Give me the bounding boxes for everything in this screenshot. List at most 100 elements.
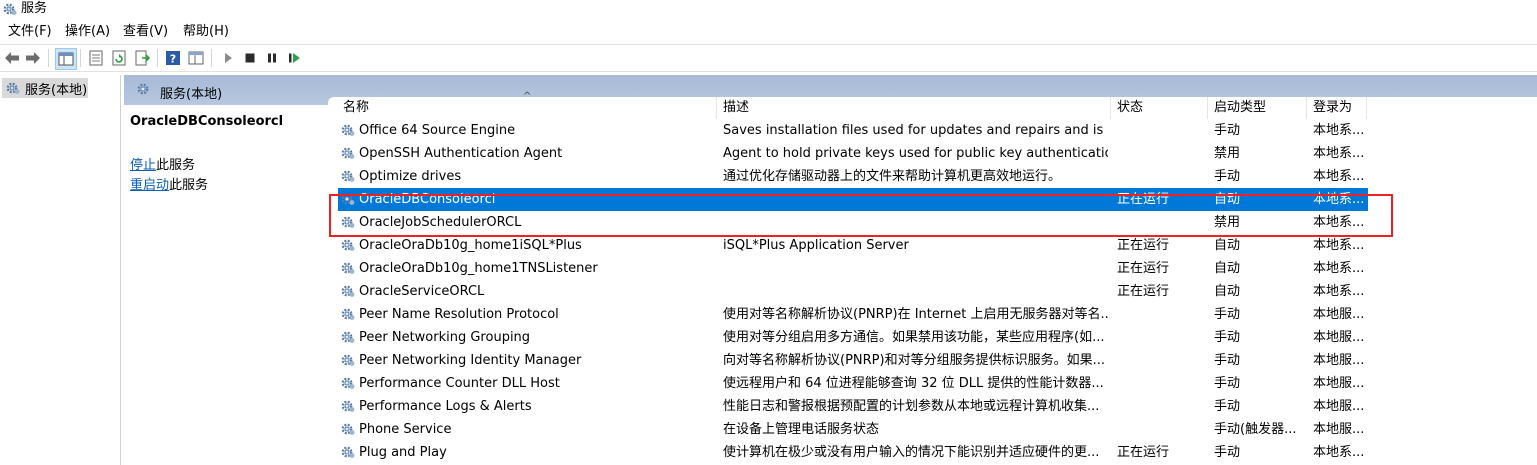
toolbar-separator (211, 49, 212, 67)
stop-service-link[interactable]: 停止 (130, 158, 156, 173)
restart-icon[interactable] (286, 49, 304, 67)
back-icon[interactable] (3, 49, 21, 67)
menu-view[interactable]: 查看(V) (123, 23, 168, 41)
extended-detail-pane: OracleDBConsoleorcl 停止此服务 重启动此服务 (124, 105, 328, 465)
service-description-cell: 向对等名称解析协议(PNRP)和对等分组服务提供标识服务。如果... (723, 353, 1105, 368)
service-startup-cell: 手动 (1214, 330, 1241, 345)
service-logon-cell: 本地服... (1313, 330, 1365, 345)
pause-icon[interactable] (263, 49, 281, 67)
restart-service-action: 重启动此服务 (130, 174, 208, 193)
title-bar: 服务 (0, 0, 1537, 20)
service-description-cell: Saves installation files used for update… (723, 123, 1108, 138)
service-name-cell: OracleOraDb10g_home1TNSListener (359, 261, 598, 276)
service-logon-cell: 本地系... (1313, 146, 1365, 161)
stop-service-suffix: 此服务 (156, 158, 196, 173)
export-icon[interactable] (133, 49, 151, 67)
start-icon[interactable] (219, 49, 237, 67)
service-startup-cell: 禁用 (1214, 215, 1241, 230)
service-logon-cell: 本地系... (1313, 169, 1365, 184)
service-gear-icon (341, 124, 355, 136)
service-startup-cell: 自动 (1214, 261, 1241, 276)
column-divider[interactable] (1366, 97, 1367, 119)
service-description-cell: Agent to hold private keys used for publ… (723, 146, 1108, 161)
column-divider[interactable] (716, 97, 717, 119)
table-row[interactable]: Peer Networking Identity Manager 向对等名称解析协… (338, 349, 1368, 372)
service-gear-icon (341, 193, 355, 205)
column-divider[interactable] (1306, 97, 1307, 119)
service-startup-cell: 手动 (1214, 376, 1241, 391)
service-gear-icon (341, 170, 355, 182)
svg-text:?: ? (170, 53, 176, 66)
service-gear-icon (341, 147, 355, 159)
table-row[interactable]: Office 64 Source Engine Saves installatio… (338, 119, 1368, 142)
service-startup-cell: 手动 (1214, 445, 1241, 460)
console-tree: 服务(本地) (0, 75, 121, 465)
service-description-cell: 使远程用户和 64 位进程能够查询 32 位 DLL 提供的性能计数器... (723, 376, 1104, 391)
column-startup-type[interactable]: 启动类型 (1214, 99, 1266, 117)
service-name-cell: Performance Logs & Alerts (359, 399, 532, 414)
service-status-cell: 正在运行 (1117, 445, 1170, 460)
column-description[interactable]: 描述 (723, 99, 749, 117)
service-name-cell: OracleServiceORCL (359, 284, 485, 299)
service-name-cell: OracleJobSchedulerORCL (359, 215, 522, 230)
service-startup-cell: 手动(触发器... (1214, 422, 1297, 437)
menu-action[interactable]: 操作(A) (65, 23, 110, 41)
table-row[interactable]: Performance Logs & Alerts 性能日志和警报根据预配置的计划… (338, 395, 1368, 418)
table-row[interactable]: Optimize drives 通过优化存储驱动器上的文件来帮助计算机更高效地运行… (338, 165, 1368, 188)
table-row[interactable]: OracleDBConsoleorcl 正在运行 自动 本地系... (338, 188, 1368, 211)
help-icon[interactable]: ? (164, 49, 182, 67)
column-divider[interactable] (1207, 97, 1208, 119)
table-row[interactable]: OpenSSH Authentication Agent Agent to hol… (338, 142, 1368, 165)
service-logon-cell: 本地服... (1313, 353, 1365, 368)
console-tree-icon[interactable] (55, 48, 77, 70)
view-icon[interactable] (187, 49, 205, 67)
service-name-cell: Phone Service (359, 422, 452, 437)
service-description-cell: 使用对等名称解析协议(PNRP)在 Internet 上启用无服务器对等名... (723, 307, 1108, 322)
column-header: ^ 名称 描述 状态 启动类型 登录为 (328, 91, 1537, 119)
service-logon-cell: 本地服... (1313, 376, 1365, 391)
restart-service-link[interactable]: 重启动 (130, 178, 169, 193)
service-logon-cell: 本地系... (1313, 123, 1365, 138)
menu-bar: 文件(F) 操作(A) 查看(V) 帮助(H) (0, 21, 1537, 43)
panel-title: 服务(本地) (160, 87, 223, 102)
sort-ascending-icon: ^ (523, 91, 532, 102)
refresh-icon[interactable] (110, 49, 128, 67)
service-startup-cell: 手动 (1214, 123, 1241, 138)
service-name-cell: Peer Name Resolution Protocol (359, 307, 559, 322)
menu-help[interactable]: 帮助(H) (183, 23, 229, 41)
service-name-cell: OracleDBConsoleorcl (359, 192, 496, 207)
service-description-cell: 在设备上管理电话服务状态 (723, 422, 880, 437)
menu-file[interactable]: 文件(F) (8, 23, 52, 41)
table-row[interactable]: OracleJobSchedulerORCL 禁用 本地系... (338, 211, 1368, 234)
service-name-cell: Optimize drives (359, 169, 462, 184)
services-gear-icon (137, 83, 149, 95)
table-row[interactable]: OracleOraDb10g_home1iSQL*Plus iSQL*Plus A… (338, 234, 1368, 257)
table-row[interactable]: Peer Networking Grouping 使用对等分组启用多方通信。如果禁… (338, 326, 1368, 349)
column-name[interactable]: 名称 (343, 99, 369, 117)
service-status-cell: 正在运行 (1117, 192, 1170, 207)
column-logon-as[interactable]: 登录为 (1313, 99, 1352, 117)
service-gear-icon (341, 446, 355, 458)
table-row[interactable]: OracleServiceORCL 正在运行 自动 本地系... (338, 280, 1368, 303)
table-row[interactable]: OracleOraDb10g_home1TNSListener 正在运行 自动 本地系… (338, 257, 1368, 280)
toolbar-separator (80, 49, 81, 67)
table-row[interactable]: Peer Name Resolution Protocol 使用对等名称解析协议(… (338, 303, 1368, 326)
properties-icon[interactable] (87, 49, 105, 67)
stop-icon[interactable] (241, 49, 259, 67)
service-startup-cell: 自动 (1214, 284, 1241, 299)
service-status-cell: 正在运行 (1117, 238, 1170, 253)
table-row[interactable]: Performance Counter DLL Host 使远程用户和 64 位进… (338, 372, 1368, 395)
column-divider[interactable] (1110, 97, 1111, 119)
column-status[interactable]: 状态 (1117, 99, 1143, 117)
service-logon-cell: 本地系... (1313, 192, 1365, 207)
service-startup-cell: 自动 (1214, 192, 1241, 207)
tree-item-local-services[interactable]: 服务(本地) (2, 78, 88, 98)
service-gear-icon (341, 239, 355, 251)
service-name-cell: Performance Counter DLL Host (359, 376, 560, 391)
service-description-cell: 使计算机在极少或没有用户输入的情况下能识别并适应硬件的更... (723, 445, 1100, 460)
service-logon-cell: 本地系... (1313, 261, 1365, 276)
services-gear-icon (3, 3, 17, 15)
forward-icon[interactable] (24, 49, 42, 67)
table-row[interactable]: Plug and Play 使计算机在极少或没有用户输入的情况下能识别并适应硬件的… (338, 441, 1368, 464)
table-row[interactable]: Phone Service 在设备上管理电话服务状态 手动(触发器... 本地服... (338, 418, 1368, 441)
